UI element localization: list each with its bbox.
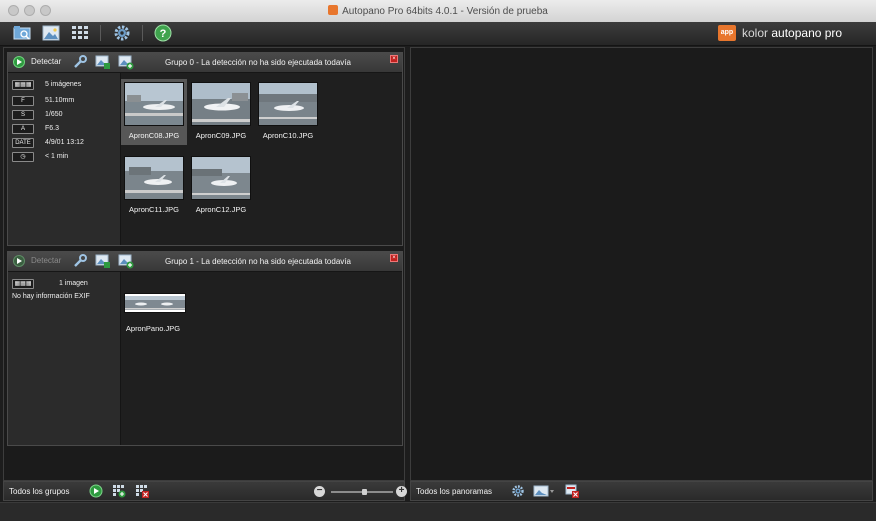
close-group-icon[interactable]: × [390,254,398,262]
image-count-icon: ▦▦▦ [12,279,34,289]
panoramas-bottom-bar: Todos los panoramas [410,481,873,501]
add-image-icon[interactable] [118,54,134,70]
detect-play-icon[interactable] [13,56,25,68]
all-panoramas-label: Todos los panoramas [416,487,493,496]
groups-bottom-bar: Todos los grupos − + [3,481,407,501]
panoramas-pane [410,47,873,481]
image-thumbnail[interactable]: ApronC10.JPG [255,79,321,145]
all-groups-label: Todos los grupos [9,487,70,496]
exif-value: 1/650 [45,111,63,118]
edit-image-icon[interactable] [95,253,111,269]
exif-value: 4/9/01 13:12 [45,139,84,146]
shutter-label: S [12,110,34,120]
exif-value: 5 imágenes [45,81,82,88]
image-thumbnail[interactable]: ApronC08.JPG [121,79,187,145]
exif-value: 1 imagen [59,280,88,287]
image-filename: ApronC08.JPG [128,131,180,140]
image-filename: ApronC09.JPG [195,131,247,140]
render-settings-gear-icon[interactable] [511,484,525,498]
airport-photo [191,82,251,126]
focal-length-label: F [12,96,34,106]
help-icon[interactable]: ? [153,23,173,43]
panorama-photo [124,293,186,313]
batch-grid-icon[interactable] [70,23,90,43]
detect-button[interactable]: Detectar [31,256,61,265]
thumbnail-area: ApronC08.JPG ApronC09.JPG ApronC10.JPG A… [121,73,402,245]
remove-group-icon[interactable] [135,484,149,498]
brand-company: kolor [742,26,769,40]
render-panorama-icon[interactable] [533,484,555,498]
settings-gear-icon[interactable] [112,23,132,43]
group-panel: Detectar Grupo 0 - La detección no ha si… [7,52,403,246]
image-count-icon: ▦▦▦ [12,80,34,90]
group-title: Grupo 0 - La detección no ha sido ejecut… [165,58,351,67]
detect-play-icon[interactable] [13,255,25,267]
group-panel: Detectar Grupo 1 - La detección no ha si… [7,251,403,446]
toolbar-separator [100,25,101,41]
exif-value: 51.10mm [45,97,75,104]
image-thumbnail[interactable]: ApronC11.JPG [121,153,187,219]
add-image-icon[interactable] [118,253,134,269]
image-filename: ApronC10.JPG [262,131,314,140]
group-header: Detectar Grupo 1 - La detección no ha si… [8,252,402,272]
detect-all-play-icon[interactable] [89,484,103,498]
close-group-icon[interactable]: × [390,55,398,63]
window-title: Autopano Pro 64bits 4.0.1 - Versión de p… [342,6,548,17]
add-group-icon[interactable] [112,484,126,498]
airport-photo [191,156,251,200]
wrench-icon[interactable] [72,54,88,70]
group-header: Detectar Grupo 0 - La detección no ha si… [8,53,402,73]
image-filename: ApronC11.JPG [129,205,179,214]
image-thumbnail[interactable]: ApronC12.JPG [188,153,254,219]
wrench-icon[interactable] [72,253,88,269]
brand-logo: app kolor autopano pro [718,25,848,41]
detect-button[interactable]: Detectar [31,57,61,66]
image-filename: ApronPano.JPG [125,324,181,333]
no-exif-message: No hay información EXIF [12,293,90,300]
group-title: Grupo 1 - La detección no ha sido ejecut… [165,257,351,266]
window-title-bar: Autopano Pro 64bits 4.0.1 - Versión de p… [0,0,876,23]
remove-panorama-icon[interactable] [565,484,579,498]
clock-icon: ◷ [12,152,34,162]
groups-pane: Detectar Grupo 0 - La detección no ha si… [3,47,405,481]
svg-text:?: ? [160,28,167,40]
airport-photo [124,82,184,126]
exif-info-panel: ▦▦▦ 5 imágenes F 51.10mm S 1/650 A F6.3 … [8,73,121,245]
open-folder-icon[interactable] [12,23,32,43]
image-thumbnail[interactable]: ApronC09.JPG [188,79,254,145]
app-logo-icon [328,5,339,15]
image-filename: ApronC12.JPG [195,205,247,214]
main-toolbar: ? app kolor autopano pro [0,22,876,46]
zoom-slider-handle[interactable] [362,489,368,495]
add-images-icon[interactable] [41,23,61,43]
aperture-label: A [12,124,34,134]
image-thumbnail[interactable]: ApronPano.JPG [121,278,191,344]
thumbnail-area: ApronPano.JPG [121,272,402,445]
exif-value: < 1 min [45,153,69,160]
date-label: DATE [12,138,34,148]
airport-photo [258,82,318,126]
exif-info-panel: ▦▦▦ 1 imagen No hay información EXIF [8,272,121,445]
airport-photo [124,156,184,200]
exif-value: F6.3 [45,125,60,132]
edit-image-icon[interactable] [95,54,111,70]
toolbar-separator [142,25,143,41]
brand-product: autopano pro [771,26,843,40]
zoom-out-icon[interactable]: − [314,486,325,497]
zoom-in-icon[interactable]: + [396,486,407,497]
kolor-logo-icon: app [718,25,736,41]
status-bar [0,502,876,521]
